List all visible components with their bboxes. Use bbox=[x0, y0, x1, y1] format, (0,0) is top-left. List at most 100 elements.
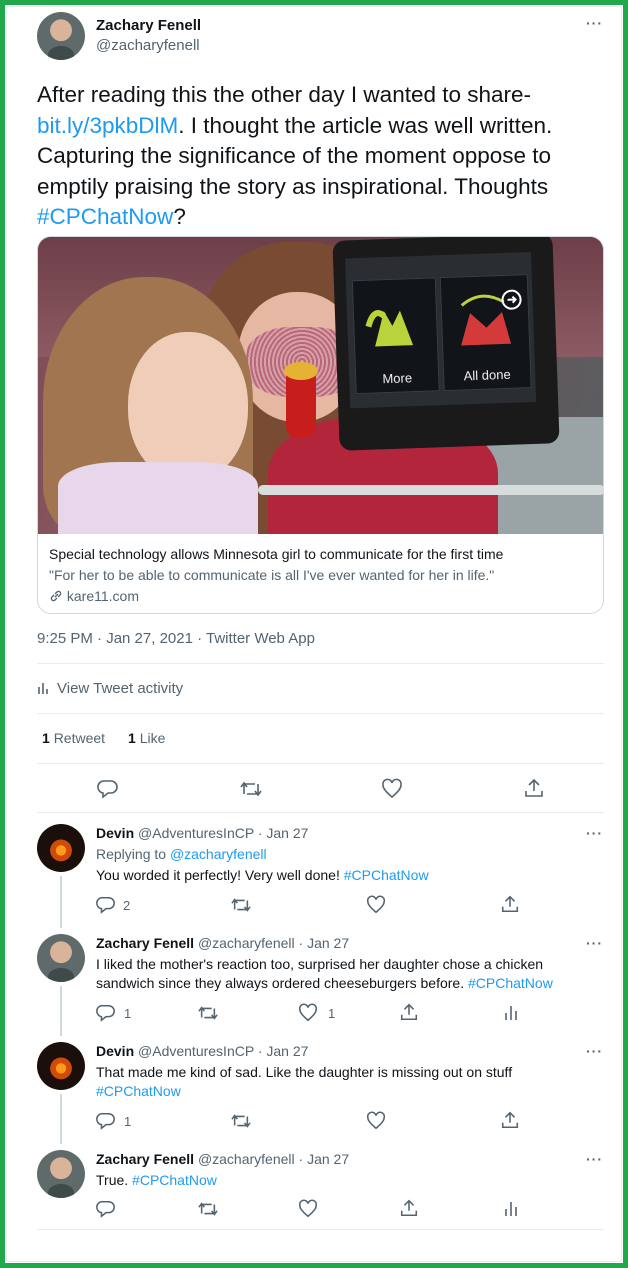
retweet-icon[interactable] bbox=[230, 895, 252, 915]
reply-author-name[interactable]: Zachary Fenell bbox=[96, 1151, 194, 1167]
hashtag-link[interactable]: #CPChatNow bbox=[96, 1083, 181, 1099]
reply-count: 1 bbox=[124, 1006, 132, 1021]
tweet-text-after-link: . I thought the article was well written… bbox=[178, 112, 553, 138]
like-icon[interactable] bbox=[366, 895, 386, 915]
analytics-icon[interactable] bbox=[503, 1199, 519, 1217]
hashtag-link[interactable]: #CPChatNow bbox=[37, 204, 173, 229]
card-description: "For her to be able to communicate is al… bbox=[49, 567, 495, 583]
retweet-icon[interactable] bbox=[230, 1111, 252, 1131]
reply-avatar[interactable] bbox=[37, 824, 85, 872]
replying-to: Replying to @zacharyfenell bbox=[96, 846, 267, 862]
reply-author-handle[interactable]: @zacharyfenell bbox=[198, 935, 295, 951]
reply-icon[interactable] bbox=[97, 778, 119, 800]
replying-to-handle[interactable]: @zacharyfenell bbox=[170, 846, 267, 862]
retweet-label: Retweet bbox=[53, 730, 106, 746]
activity-icon bbox=[37, 681, 51, 699]
reply-date[interactable]: · Jan 27 bbox=[299, 1151, 350, 1167]
like-count: 1 bbox=[328, 1006, 336, 1021]
retweet-count: 1 bbox=[42, 730, 50, 746]
tweet-text-line2: bit.ly/3pkbDlM. I thought the article wa… bbox=[37, 111, 607, 142]
reply-author-handle[interactable]: @zacharyfenell bbox=[198, 1151, 295, 1167]
reply-date[interactable]: · Jan 27 bbox=[258, 825, 309, 841]
reply-icon[interactable] bbox=[96, 1003, 116, 1023]
share-icon[interactable] bbox=[500, 1110, 520, 1130]
tweet-text: After reading this the other day I wante… bbox=[37, 80, 607, 233]
reply-text: You worded it perfectly! Very well done!… bbox=[96, 867, 429, 883]
reply-author-name[interactable]: Zachary Fenell bbox=[96, 935, 194, 951]
like-stats[interactable]: 1 Like bbox=[128, 730, 165, 746]
author-handle[interactable]: @zacharyfenell bbox=[96, 37, 200, 54]
tweet-text-line1: After reading this the other day I wante… bbox=[37, 82, 532, 107]
like-icon[interactable] bbox=[298, 1199, 318, 1219]
more-icon[interactable]: ··· bbox=[586, 1151, 603, 1167]
card-domain[interactable]: kare11.com bbox=[49, 588, 139, 606]
author-name[interactable]: Zachary Fenell bbox=[96, 17, 201, 34]
reply-header: Devin @AdventuresInCP · Jan 27 bbox=[96, 1043, 308, 1059]
reply-count: 1 bbox=[124, 1114, 132, 1129]
more-icon[interactable]: ··· bbox=[586, 935, 603, 951]
reply-header: Devin @AdventuresInCP · Jan 27 bbox=[96, 825, 308, 841]
reply-text-line1: I liked the mother's reaction too, surpr… bbox=[96, 956, 544, 972]
view-activity-label: View Tweet activity bbox=[57, 680, 184, 697]
article-link[interactable]: bit.ly/3pkbDlM bbox=[37, 113, 178, 138]
reply-author-name[interactable]: Devin bbox=[96, 1043, 134, 1059]
reply-text-body: You worded it perfectly! Very well done! bbox=[96, 867, 340, 883]
reply-count: 2 bbox=[123, 898, 131, 913]
reply-text-line2: sandwich since they always ordered chees… bbox=[96, 975, 553, 991]
tablet-device: More All done bbox=[332, 237, 560, 451]
reply-icon[interactable] bbox=[96, 1111, 116, 1131]
more-icon[interactable]: ··· bbox=[586, 1043, 603, 1059]
reply-author-name[interactable]: Devin bbox=[96, 825, 134, 841]
share-icon[interactable] bbox=[500, 894, 520, 914]
reply-text: True. #CPChatNow bbox=[96, 1172, 217, 1188]
retweet-icon[interactable] bbox=[197, 1003, 219, 1023]
retweet-icon[interactable] bbox=[239, 778, 263, 800]
thread-line bbox=[60, 986, 62, 1036]
hashtag-link[interactable]: #CPChatNow bbox=[132, 1172, 217, 1188]
divider bbox=[37, 663, 604, 664]
reply-date[interactable]: · Jan 27 bbox=[299, 935, 350, 951]
tweet-text-line3: Capturing the significance of the moment… bbox=[37, 143, 552, 168]
reply-author-handle[interactable]: @AdventuresInCP bbox=[138, 825, 254, 841]
reply-author-handle[interactable]: @AdventuresInCP bbox=[138, 1043, 254, 1059]
divider bbox=[37, 713, 604, 714]
share-icon[interactable] bbox=[399, 1002, 419, 1022]
retweet-stats[interactable]: 1 Retweet bbox=[42, 730, 105, 746]
reply-text-body: True. bbox=[96, 1172, 129, 1188]
link-card[interactable]: More All done Special technology allows … bbox=[37, 236, 604, 614]
analytics-icon[interactable] bbox=[503, 1003, 519, 1021]
share-icon[interactable] bbox=[523, 777, 545, 799]
tweet-timestamp[interactable]: 9:25 PM · Jan 27, 2021 · Twitter Web App bbox=[37, 630, 315, 647]
author-avatar[interactable] bbox=[37, 12, 85, 60]
link-icon bbox=[49, 589, 63, 606]
tweet-text-line4: emptily praising the story as inspiratio… bbox=[37, 173, 549, 199]
hashtag-link[interactable]: #CPChatNow bbox=[344, 867, 429, 883]
more-icon[interactable]: ··· bbox=[586, 825, 603, 841]
reply-header: Zachary Fenell @zacharyfenell · Jan 27 bbox=[96, 1151, 349, 1167]
share-icon[interactable] bbox=[399, 1198, 419, 1218]
like-icon[interactable] bbox=[381, 778, 403, 800]
more-icon[interactable]: ··· bbox=[586, 15, 603, 31]
reply-icon[interactable] bbox=[96, 1199, 116, 1219]
like-icon[interactable] bbox=[366, 1111, 386, 1131]
card-title[interactable]: Special technology allows Minnesota girl… bbox=[49, 546, 503, 562]
hashtag-link[interactable]: #CPChatNow bbox=[468, 975, 553, 991]
tweet-text-line5: #CPChatNow? bbox=[37, 202, 607, 233]
divider bbox=[37, 1229, 604, 1230]
reply-date[interactable]: · Jan 27 bbox=[258, 1043, 309, 1059]
reply-avatar[interactable] bbox=[37, 1150, 85, 1198]
card-domain-text: kare11.com bbox=[66, 588, 139, 604]
tweet-text-end: ? bbox=[173, 204, 186, 229]
reply-avatar[interactable] bbox=[37, 934, 85, 982]
like-label: Like bbox=[139, 730, 166, 746]
card-image: More All done bbox=[38, 237, 603, 534]
thread-line bbox=[60, 876, 62, 928]
retweet-icon[interactable] bbox=[197, 1199, 219, 1219]
divider bbox=[37, 812, 604, 813]
like-icon[interactable] bbox=[298, 1003, 318, 1023]
view-activity-button[interactable]: View Tweet activity bbox=[37, 680, 183, 699]
reply-header: Zachary Fenell @zacharyfenell · Jan 27 bbox=[96, 935, 349, 951]
reply-icon[interactable] bbox=[96, 895, 116, 915]
replying-to-prefix: Replying to bbox=[96, 846, 167, 862]
reply-avatar[interactable] bbox=[37, 1042, 85, 1090]
